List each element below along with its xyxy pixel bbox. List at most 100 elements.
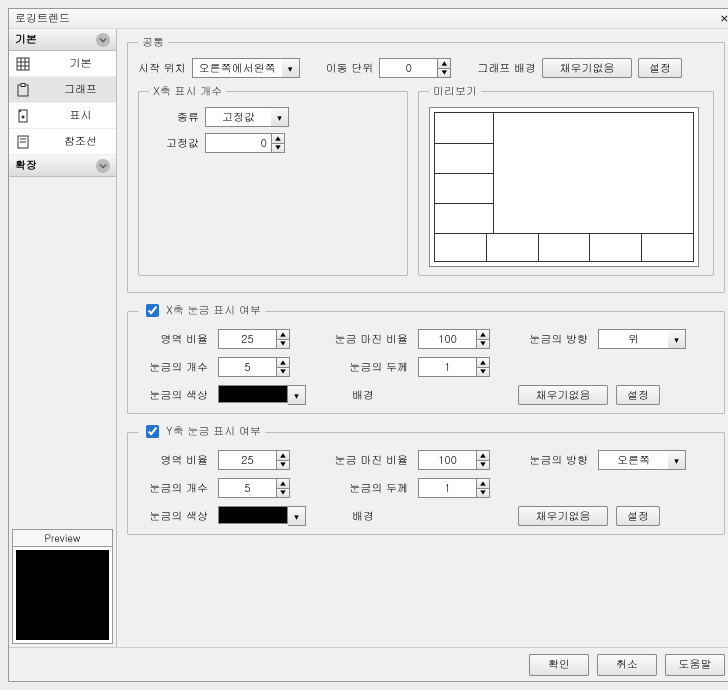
spinner-buttons[interactable]: ▲▼ (437, 58, 451, 78)
x-thick-spinner[interactable]: ▲▼ (418, 357, 508, 377)
y-margin-spinner[interactable]: ▲▼ (418, 450, 508, 470)
x-margin-spinner[interactable]: ▲▼ (418, 329, 508, 349)
sidebar-item-refline[interactable]: 참조선 (9, 129, 116, 155)
ytick-check-input[interactable] (146, 425, 159, 438)
y-area-spinner[interactable]: ▲▼ (218, 450, 308, 470)
x-count-input[interactable] (218, 357, 276, 377)
fixed-label: 고정값 (149, 136, 199, 151)
chevron-down-icon: ▾ (668, 450, 686, 470)
y-area-input[interactable] (218, 450, 276, 470)
x-area-spinner[interactable]: ▲▼ (218, 329, 308, 349)
x-count-label: 눈금의 개수 (138, 360, 208, 375)
group-xtick: X축 눈금 표시 여부 영역 비율 ▲▼ 눈금 마진 비율 ▲▼ 눈금의 방향 (127, 301, 725, 414)
ok-button[interactable]: 확인 (529, 654, 589, 676)
titlebar: 로깅트렌드 ⨯ (9, 9, 728, 29)
y-count-label: 눈금의 개수 (138, 481, 208, 496)
spinner-buttons[interactable]: ▲▼ (271, 133, 285, 153)
color-swatch (218, 385, 288, 403)
x-count-spinner[interactable]: ▲▼ (218, 357, 308, 377)
y-thick-spinner[interactable]: ▲▼ (418, 478, 508, 498)
mini-preview (429, 107, 699, 267)
preview-canvas (16, 550, 109, 640)
combo-value: 고정값 (205, 107, 271, 127)
sidebar-preview: Preview (12, 529, 113, 644)
group-legend: 미리보기 (429, 84, 481, 99)
sidebar-item-display[interactable]: 표시 (9, 103, 116, 129)
x-color-label: 눈금의 색상 (138, 388, 208, 403)
sidebar-category-ext[interactable]: 확장 (9, 155, 116, 177)
x-dir-label: 눈금의 방향 (518, 332, 588, 347)
y-color-label: 눈금의 색상 (138, 509, 208, 524)
kind-combo[interactable]: 고정값 ▾ (205, 107, 289, 127)
y-margin-label: 눈금 마진 비율 (318, 453, 408, 468)
group-preview: 미리보기 (418, 84, 714, 276)
start-pos-combo[interactable]: 오른쪽에서왼쪽 ▾ (192, 58, 300, 78)
xtick-check-input[interactable] (146, 304, 159, 317)
sidebar-item-label: 기본 (51, 56, 110, 71)
mini-preview-grid (434, 112, 694, 262)
group-legend: X축 눈금 표시 여부 (138, 301, 265, 321)
clipboard-icon (15, 83, 31, 97)
y-margin-input[interactable] (418, 450, 476, 470)
y-dir-label: 눈금의 방향 (518, 453, 588, 468)
start-pos-label: 시작 위치 (138, 61, 186, 76)
color-swatch (218, 506, 288, 524)
x-margin-label: 눈금 마진 비율 (318, 332, 408, 347)
group-legend: 공통 (138, 35, 168, 50)
kind-label: 종류 (149, 110, 199, 125)
main-panel: 공통 시작 위치 오른쪽에서왼쪽 ▾ 이동 단위 ▲▼ 그래프 배경 채 (117, 29, 728, 647)
help-button[interactable]: 도움말 (665, 654, 725, 676)
fixed-input[interactable] (205, 133, 271, 153)
x-area-input[interactable] (218, 329, 276, 349)
x-color-combo[interactable]: ▾ (218, 385, 308, 405)
y-thick-label: 눈금의 두께 (318, 481, 408, 496)
graph-bg-label: 그래프 배경 (477, 61, 536, 76)
y-bg-label: 배경 (318, 509, 408, 524)
close-icon[interactable]: ⨯ (720, 11, 728, 26)
sidebar-item-label: 표시 (51, 108, 110, 123)
chevron-down-icon: ▾ (282, 58, 300, 78)
move-unit-input[interactable] (379, 58, 437, 78)
x-thick-input[interactable] (418, 357, 476, 377)
sidebar-menu: 기본 그래프 표시 참 (9, 51, 116, 155)
dialog-body: 기본 기본 그래프 (9, 29, 728, 647)
group-legend: X축 표시 개수 (149, 84, 226, 99)
y-thick-input[interactable] (418, 478, 476, 498)
chevron-down-icon: ▾ (288, 385, 306, 405)
move-unit-label: 이동 단위 (326, 61, 374, 76)
sidebar-category-basic[interactable]: 기본 (9, 29, 116, 51)
sidebar-category-label: 확장 (15, 158, 37, 173)
chevron-down-icon: ▾ (668, 329, 686, 349)
graph-bg-set-button[interactable]: 설정 (638, 58, 682, 78)
group-legend: Y축 눈금 표시 여부 (138, 422, 265, 442)
x-bg-button[interactable]: 채우기없음 (518, 385, 608, 405)
combo-value: 위 (598, 329, 668, 349)
graph-bg-button[interactable]: 채우기없음 (542, 58, 632, 78)
ytick-checkbox[interactable]: Y축 눈금 표시 여부 (142, 422, 261, 441)
x-area-label: 영역 비율 (138, 332, 208, 347)
page-icon (15, 135, 31, 149)
x-thick-label: 눈금의 두께 (318, 360, 408, 375)
dialog-window: 로깅트렌드 ⨯ 기본 기본 (8, 8, 728, 682)
y-bg-set-button[interactable]: 설정 (616, 506, 660, 526)
y-count-input[interactable] (218, 478, 276, 498)
x-bg-set-button[interactable]: 설정 (616, 385, 660, 405)
sidebar-item-graph[interactable]: 그래프 (9, 77, 116, 103)
y-dir-combo[interactable]: 오른쪽 ▾ (598, 450, 698, 470)
chevron-down-icon (96, 33, 110, 47)
combo-value: 오른쪽 (598, 450, 668, 470)
x-bg-label: 배경 (318, 388, 408, 403)
sidebar-item-basic[interactable]: 기본 (9, 51, 116, 77)
y-count-spinner[interactable]: ▲▼ (218, 478, 308, 498)
move-unit-spinner[interactable]: ▲▼ (379, 58, 451, 78)
y-color-combo[interactable]: ▾ (218, 506, 308, 526)
dialog-footer: 확인 취소 도움말 (9, 647, 728, 681)
y-bg-button[interactable]: 채우기없음 (518, 506, 608, 526)
sidebar-category-label: 기본 (15, 32, 37, 47)
x-dir-combo[interactable]: 위 ▾ (598, 329, 698, 349)
x-margin-input[interactable] (418, 329, 476, 349)
fixed-spinner[interactable]: ▲▼ (205, 133, 285, 153)
xtick-checkbox[interactable]: X축 눈금 표시 여부 (142, 301, 261, 320)
sidebar-item-label: 그래프 (51, 82, 110, 97)
cancel-button[interactable]: 취소 (597, 654, 657, 676)
